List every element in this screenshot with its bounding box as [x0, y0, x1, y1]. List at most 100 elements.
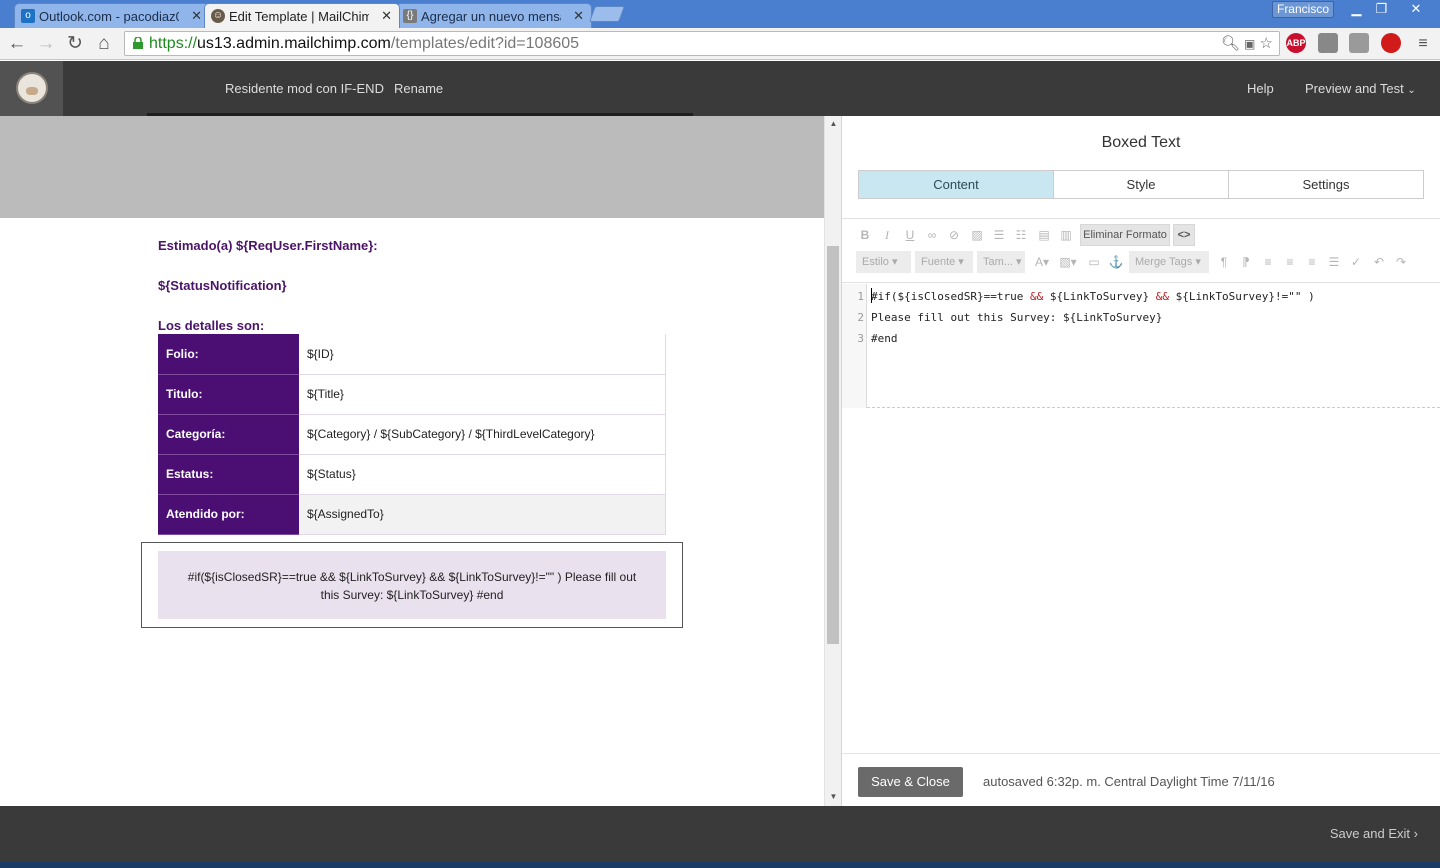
browser-tab-agregar[interactable]: {} Agregar un nuevo mensaje ✕: [396, 3, 592, 28]
paste-word-icon[interactable]: ▥: [1057, 224, 1075, 246]
row-key: Folio:: [158, 334, 299, 375]
spellcheck-icon[interactable]: ✓: [1347, 251, 1365, 273]
source-code-button[interactable]: <>: [1173, 224, 1195, 246]
status-notification[interactable]: ${StatusNotification}: [158, 278, 287, 293]
preview-scrollbar[interactable]: ▲ ▼: [824, 116, 841, 806]
save-exit-label: Save and Exit: [1329, 826, 1411, 841]
tab-settings[interactable]: Settings: [1229, 171, 1423, 198]
browser-tab-outlook[interactable]: o Outlook.com - pacodiaz0 ✕: [14, 3, 210, 28]
preview-test-menu[interactable]: Preview and Test ⌄: [1305, 81, 1416, 96]
tab-style[interactable]: Style: [1054, 171, 1229, 198]
align-center-icon[interactable]: ≡: [1281, 251, 1299, 273]
chevron-right-icon: ›: [1413, 826, 1418, 841]
close-icon[interactable]: ✕: [573, 8, 584, 24]
boxed-text-block-selected[interactable]: #if(${isClosedSR}==true && ${LinkToSurve…: [141, 542, 683, 628]
bulleted-list-icon[interactable]: ☷: [1012, 224, 1030, 246]
redo-icon[interactable]: ↷: [1392, 251, 1410, 273]
details-heading[interactable]: Los detalles son:: [158, 318, 264, 333]
close-icon[interactable]: ✕: [381, 8, 392, 24]
ltr-icon[interactable]: ¶: [1215, 251, 1233, 273]
save-close-button[interactable]: Save & Close: [858, 767, 963, 797]
tab-content[interactable]: Content: [859, 171, 1054, 198]
minimize-icon[interactable]: ▁: [1344, 0, 1369, 18]
template-name: Residente mod con IF-END: [225, 81, 384, 96]
source-code-editor[interactable]: 1 2 3 #if(${isClosedSR}==true && ${LinkT…: [842, 284, 1440, 408]
image-icon[interactable]: ▨: [968, 224, 986, 246]
url-text: https://us13.admin.mailchimp.com/templat…: [149, 35, 579, 53]
extension-icon[interactable]: [1318, 33, 1338, 53]
link-icon[interactable]: ∞: [923, 224, 941, 246]
home-icon[interactable]: ⌂: [92, 32, 116, 56]
restore-icon[interactable]: ❐: [1369, 0, 1394, 18]
style-dropdown[interactable]: Estilo ▾: [856, 251, 911, 273]
background-color-icon[interactable]: ▧▾: [1057, 251, 1079, 273]
line-number: 2: [857, 311, 864, 324]
close-icon[interactable]: ✕: [191, 8, 202, 24]
numbered-list-icon[interactable]: ☰: [990, 224, 1008, 246]
address-bar[interactable]: https://us13.admin.mailchimp.com/templat…: [124, 31, 1280, 56]
outlook-icon: o: [21, 9, 35, 23]
boxed-text-content: #if(${isClosedSR}==true && ${LinkToSurve…: [158, 551, 666, 619]
italic-icon[interactable]: I: [878, 224, 896, 246]
rename-link[interactable]: Rename: [394, 81, 443, 96]
size-dropdown[interactable]: Tam... ▾: [977, 251, 1025, 273]
mailchimp-logo[interactable]: [0, 61, 63, 116]
font-dropdown[interactable]: Fuente ▾: [915, 251, 973, 273]
divider: [842, 218, 1440, 219]
code-operator: &&: [1155, 290, 1170, 303]
extension-icon[interactable]: [1349, 33, 1369, 53]
code-icon: {}: [403, 9, 417, 23]
paste-icon[interactable]: ▤: [1035, 224, 1053, 246]
row-value: ${AssignedTo}: [299, 494, 666, 535]
anchor-icon[interactable]: ⚓: [1107, 251, 1125, 273]
profile-user-button[interactable]: Francisco: [1272, 1, 1334, 18]
translate-icon[interactable]: ▣: [1244, 37, 1255, 51]
autosave-status: autosaved 6:32p. m. Central Daylight Tim…: [983, 774, 1275, 789]
zoom-icon[interactable]: 🔍︎: [1221, 35, 1240, 52]
adblock-icon[interactable]: ABP: [1286, 33, 1306, 53]
freddie-icon: [16, 72, 48, 104]
reload-icon[interactable]: ↻: [63, 32, 87, 56]
new-tab-button[interactable]: [589, 6, 625, 22]
greeting-text[interactable]: Estimado(a) ${ReqUser.FirstName}:: [158, 238, 378, 253]
justify-icon[interactable]: ☰: [1325, 251, 1343, 273]
opera-icon[interactable]: [1381, 33, 1401, 53]
scroll-down-icon[interactable]: ▼: [825, 792, 842, 801]
merge-tags-label: Merge Tags: [1135, 256, 1193, 268]
menu-icon[interactable]: ≡: [1411, 32, 1435, 56]
tab-label: Outlook.com - pacodiaz0: [39, 9, 179, 24]
browser-tab-mailchimp[interactable]: ☺ Edit Template | MailChimp ✕: [204, 3, 400, 28]
bold-icon[interactable]: B: [856, 224, 874, 246]
row-value: ${Category} / ${SubCategory} / ${ThirdLe…: [299, 414, 666, 455]
header-image-block[interactable]: [0, 116, 824, 218]
divider: [842, 282, 1440, 283]
horizontal-rule-icon[interactable]: ▭: [1085, 251, 1103, 273]
rtl-icon[interactable]: ⁋: [1237, 251, 1255, 273]
scroll-up-icon[interactable]: ▲: [825, 119, 842, 128]
code-line: #end: [871, 332, 898, 345]
tab-label: Edit Template | MailChimp: [229, 9, 369, 24]
help-link[interactable]: Help: [1247, 81, 1274, 96]
unlink-icon[interactable]: ⊘: [945, 224, 963, 246]
url-path: /templates/edit?id=108605: [390, 35, 580, 52]
details-table[interactable]: Folio: ${ID} Titulo: ${Title} Categoría: ${…: [158, 334, 666, 535]
remove-format-button[interactable]: Eliminar Formato: [1080, 224, 1170, 246]
merge-tags-dropdown[interactable]: Merge Tags ▾: [1129, 251, 1209, 273]
back-arrow-icon[interactable]: ←: [5, 32, 29, 56]
undo-icon[interactable]: ↶: [1370, 251, 1388, 273]
underline-icon[interactable]: U: [901, 224, 919, 246]
lock-icon: [133, 37, 143, 49]
block-editor-panel: Boxed Text Content Style Settings B I U …: [842, 116, 1440, 806]
align-left-icon[interactable]: ≡: [1259, 251, 1277, 273]
code-segment: ${LinkToSurvey}: [1043, 290, 1156, 303]
forward-arrow-icon[interactable]: →: [34, 32, 58, 56]
row-value: ${Title}: [299, 374, 666, 415]
template-preview: Estimado(a) ${ReqUser.FirstName}: ${Stat…: [0, 116, 824, 806]
table-row: Categoría: ${Category} / ${SubCategory} /…: [158, 414, 666, 455]
bookmark-star-icon[interactable]: ☆: [1260, 35, 1273, 52]
save-exit-button[interactable]: Save and Exit ›: [1330, 826, 1418, 841]
window-close-icon[interactable]: ✕: [1394, 0, 1438, 18]
align-right-icon[interactable]: ≡: [1303, 251, 1321, 273]
text-color-icon[interactable]: A▾: [1031, 251, 1053, 273]
scroll-thumb[interactable]: [827, 246, 839, 644]
